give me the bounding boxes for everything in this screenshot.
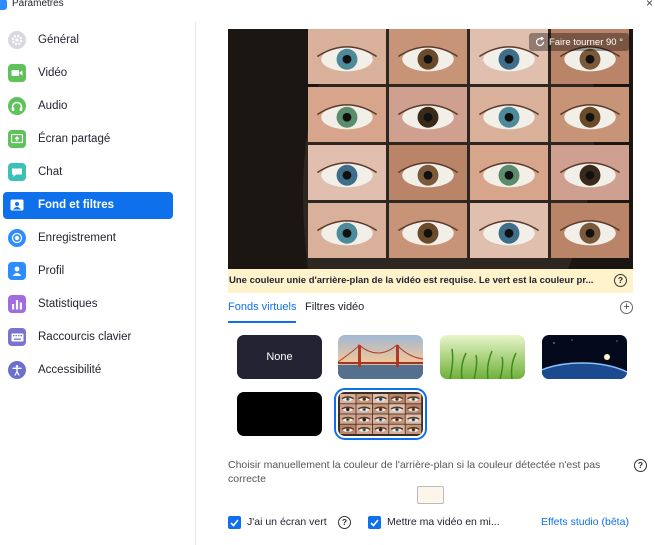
studio-effects-link[interactable]: Effets studio (bêta) xyxy=(541,516,629,528)
background-option-grass[interactable] xyxy=(440,335,525,379)
background-option-golden-gate[interactable] xyxy=(338,335,423,379)
statistics-icon xyxy=(8,295,26,313)
eyes-collage-background xyxy=(228,29,633,269)
add-background-icon[interactable]: + xyxy=(620,301,633,314)
sidebar-item-profile[interactable]: Profil xyxy=(3,258,173,285)
sidebar-item-label: Profil xyxy=(38,265,65,277)
close-icon[interactable]: × xyxy=(646,0,653,9)
background-option-earth[interactable] xyxy=(542,335,627,379)
check-icon xyxy=(370,518,379,527)
tab-video-filters[interactable]: Filtres vidéo xyxy=(305,301,364,323)
sidebar-item-keyboard-shortcuts[interactable]: Raccourcis clavier xyxy=(3,324,173,351)
sidebar-item-label: Fond et filtres xyxy=(38,199,115,211)
sidebar-item-accessibility[interactable]: Accessibilité xyxy=(3,357,173,384)
sidebar-item-label: Statistiques xyxy=(38,298,98,310)
settings-sidebar: Général Vidéo Audio Écran partagé Chat F… xyxy=(0,22,196,545)
video-preview: Faire tourner 90 ° xyxy=(228,29,633,269)
help-icon[interactable]: ? xyxy=(634,459,647,472)
background-color-swatch[interactable] xyxy=(417,486,444,504)
sidebar-item-share-screen[interactable]: Écran partagé xyxy=(3,126,173,153)
background-tabs: Fonds virtuels Filtres vidéo + xyxy=(228,301,634,325)
window-title: Paramètres xyxy=(12,0,64,9)
help-icon[interactable]: ? xyxy=(338,516,351,529)
sidebar-item-chat[interactable]: Chat xyxy=(3,159,173,186)
sidebar-item-audio[interactable]: Audio xyxy=(3,93,173,120)
sidebar-item-label: Accessibilité xyxy=(38,364,102,376)
background-option-black[interactable] xyxy=(237,392,322,436)
sidebar-item-label: Enregistrement xyxy=(38,232,116,244)
background-option-eyes[interactable] xyxy=(334,388,427,440)
mirror-video-label: Mettre ma vidéo en mi... xyxy=(387,516,500,528)
rotate-icon xyxy=(535,37,545,47)
profile-icon xyxy=(8,262,26,280)
sidebar-item-background-filters[interactable]: Fond et filtres xyxy=(3,192,173,219)
keyboard-icon xyxy=(8,328,26,346)
share-screen-icon xyxy=(8,130,26,148)
background-option-none[interactable]: None xyxy=(237,335,322,379)
sidebar-item-label: Audio xyxy=(38,100,68,112)
green-screen-checkbox[interactable] xyxy=(228,516,241,529)
mirror-video-checkbox[interactable] xyxy=(368,516,381,529)
title-bar: Paramètres × xyxy=(0,0,655,12)
green-screen-warning: Une couleur unie d'arrière-plan de la vi… xyxy=(228,269,633,293)
background-icon xyxy=(8,196,26,214)
help-icon[interactable]: ? xyxy=(614,274,627,287)
warning-text: Une couleur unie d'arrière-plan de la vi… xyxy=(229,275,594,286)
background-settings-panel: Faire tourner 90 ° Une couleur unie d'ar… xyxy=(197,12,655,545)
background-option-label: None xyxy=(266,351,293,363)
rotate-label: Faire tourner 90 ° xyxy=(548,36,623,48)
sidebar-item-label: Écran partagé xyxy=(38,133,111,145)
sidebar-item-video[interactable]: Vidéo xyxy=(3,60,173,87)
sidebar-item-label: Raccourcis clavier xyxy=(38,331,132,343)
video-camera-icon xyxy=(8,64,26,82)
rotate-button[interactable]: Faire tourner 90 ° xyxy=(528,33,629,51)
sidebar-item-recording[interactable]: Enregistrement xyxy=(3,225,173,252)
record-icon xyxy=(8,229,26,247)
manual-color-description: Choisir manuellement la couleur de l'arr… xyxy=(228,459,601,485)
sidebar-item-label: Général xyxy=(38,34,79,46)
gear-icon xyxy=(8,31,26,49)
sidebar-item-statistics[interactable]: Statistiques xyxy=(3,291,173,318)
check-icon xyxy=(230,518,239,527)
chat-bubble-icon xyxy=(8,163,26,181)
sidebar-item-label: Chat xyxy=(38,166,63,178)
tab-virtual-backgrounds[interactable]: Fonds virtuels xyxy=(228,301,297,323)
sidebar-item-general[interactable]: Général xyxy=(3,27,173,54)
sidebar-item-label: Vidéo xyxy=(38,67,68,79)
accessibility-icon xyxy=(8,361,26,379)
green-screen-label: J'ai un écran vert xyxy=(247,516,327,528)
zoom-app-icon xyxy=(0,0,7,10)
headphones-icon xyxy=(8,97,26,115)
